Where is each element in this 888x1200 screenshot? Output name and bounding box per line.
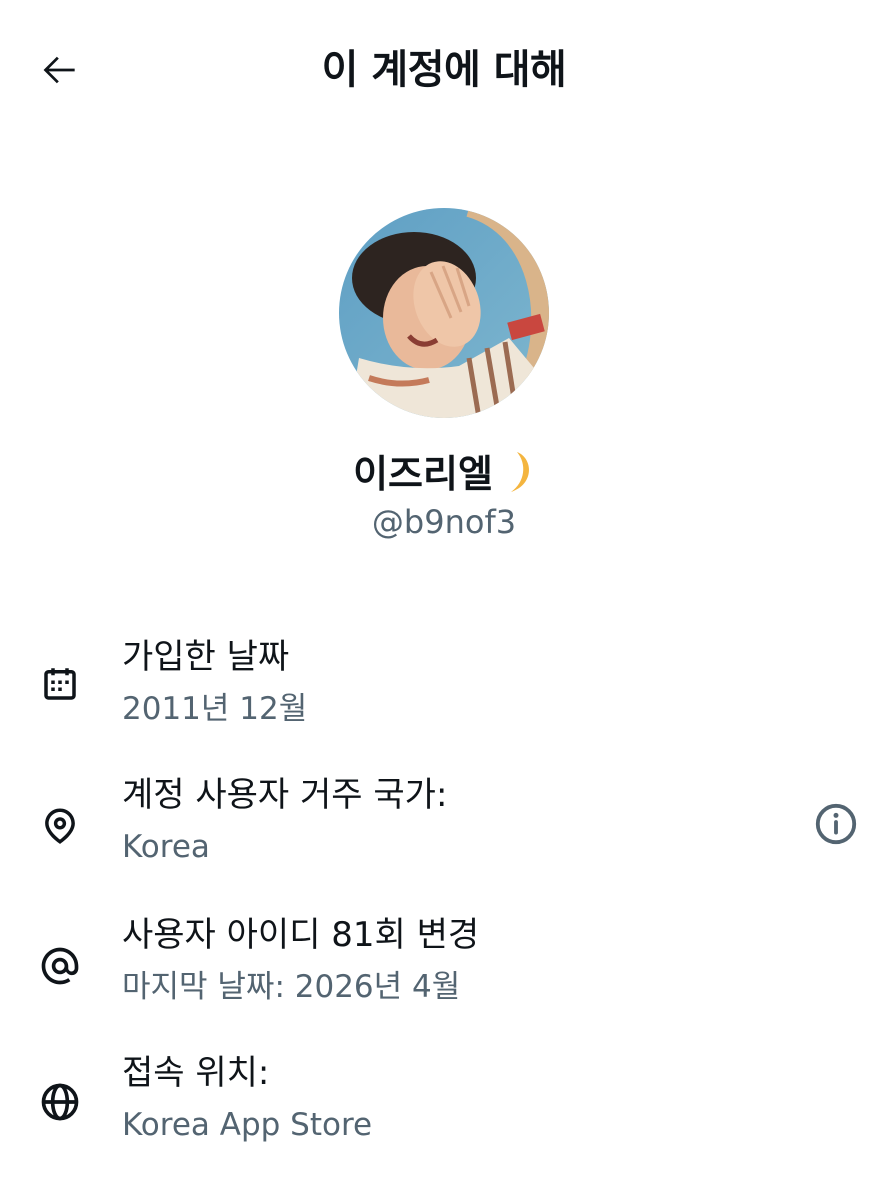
info-icon [813,801,859,851]
display-name-row: 이즈리엘 [0,448,888,500]
calendar-icon [36,660,84,708]
profile-avatar[interactable] [339,208,549,418]
join-date-value: 2011년 12월 [122,691,308,727]
info-row-join-date: 가입한 날짜 2011년 12월 [0,632,888,742]
info-row-country: 계정 사용자 거주 국가: Korea [0,770,888,880]
country-info-button[interactable] [810,800,862,852]
at-sign-icon [36,942,84,990]
crescent-moon-icon [499,450,535,498]
username-changes-label: 사용자 아이디 81회 변경 [122,915,480,955]
connected-via-value: Korea App Store [122,1107,373,1143]
location-pin-icon [36,802,84,850]
user-handle: @b9nof3 [371,503,517,541]
top-bar: 이 계정에 대해 [0,0,888,140]
page-title: 이 계정에 대해 [321,47,567,93]
globe-icon [36,1078,84,1126]
country-value: Korea [122,829,210,865]
display-name: 이즈리엘 [353,452,493,496]
join-date-label: 가입한 날짜 [122,637,290,677]
username-changes-value: 마지막 날짜: 2026년 4월 [122,969,461,1005]
connected-via-label: 접속 위치: [122,1053,270,1093]
country-label: 계정 사용자 거주 국가: [122,775,448,815]
info-row-username-changes: 사용자 아이디 81회 변경 마지막 날짜: 2026년 4월 [0,910,888,1020]
info-row-connected-via: 접속 위치: Korea App Store [0,1048,888,1158]
